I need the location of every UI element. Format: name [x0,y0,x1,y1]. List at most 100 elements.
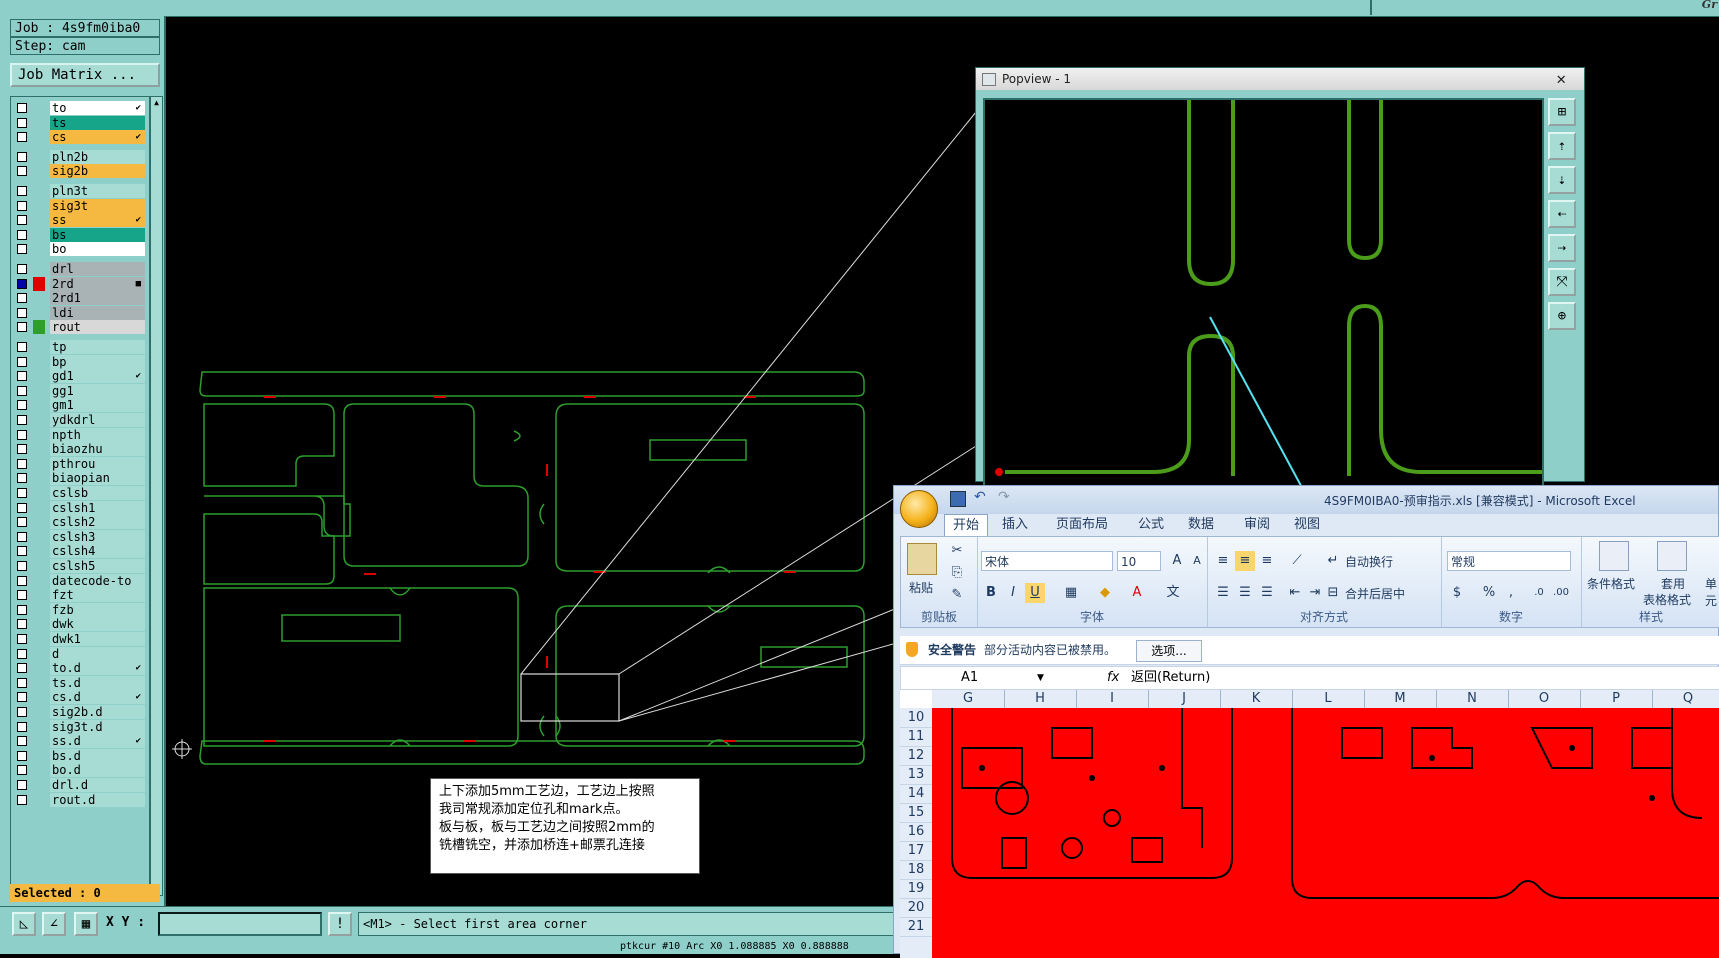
layer-name[interactable]: bo [50,242,145,257]
layer-name[interactable]: bo.d [50,763,145,778]
layer-checkbox[interactable] [17,634,27,644]
layer-name[interactable]: fzb [50,602,145,617]
layer-row[interactable]: rout.d [14,792,148,807]
layer-checkbox[interactable] [17,132,27,143]
layer-row[interactable]: pthrou [14,456,148,471]
row-header[interactable]: 12 [900,746,932,766]
layer-row[interactable]: drl.d [14,778,148,792]
layer-name[interactable]: tp [50,340,145,354]
row-header[interactable]: 16 [900,822,932,842]
layer-row[interactable]: gg1 [14,383,148,398]
layer-row[interactable]: sig2b.d [14,705,148,719]
layer-row[interactable]: npth [14,427,148,442]
layer-name[interactable]: d [50,646,145,661]
layer-checkbox[interactable] [17,561,27,571]
layer-checkbox[interactable] [17,322,27,333]
layer-row[interactable]: 2rd ■ [14,276,148,291]
popview-pan-right-icon[interactable]: ⇢ [1548,234,1576,262]
layer-checkbox[interactable] [17,385,27,396]
layer-checkbox[interactable] [17,619,27,630]
layer-row[interactable]: pln2b [14,149,148,164]
layer-name[interactable]: pln2b [50,149,145,164]
layer-row[interactable]: sig3t.d [14,719,148,734]
layer-checkbox[interactable] [17,293,27,304]
layer-checkbox[interactable] [17,278,27,289]
row-header[interactable]: 14 [900,784,932,804]
layer-checkbox[interactable] [17,307,27,318]
wrap-text-icon[interactable]: ↵ [1323,551,1343,571]
layer-checkbox[interactable] [17,517,27,528]
tab-page-layout[interactable]: 页面布局 [1048,514,1116,536]
layer-name[interactable]: ldi [50,305,145,320]
paste-icon[interactable] [907,543,937,575]
layer-row[interactable]: cs.d ✔ [14,690,148,705]
conditional-format-label[interactable]: 条件格式 [1587,575,1635,592]
layer-name[interactable]: sig2b [50,164,145,179]
chevron-down-icon[interactable]: ▼ [1037,667,1044,689]
layer-row[interactable]: bs [14,227,148,242]
layer-row[interactable]: ldi [14,305,148,320]
layer-row[interactable]: pln3t [14,184,148,198]
cell-style-label[interactable]: 单元 [1705,575,1719,609]
row-header[interactable]: 10 [900,708,932,728]
popview-canvas[interactable] [983,98,1544,534]
layer-checkbox[interactable] [17,264,27,274]
orientation-icon[interactable]: ⟋ [1287,551,1307,571]
layer-checkbox[interactable] [17,707,27,717]
tab-data[interactable]: 数据 [1180,514,1222,536]
layer-checkbox[interactable] [17,765,27,776]
layer-checkbox[interactable] [17,117,27,128]
layer-row[interactable]: bo.d [14,763,148,778]
layer-name[interactable]: npth [50,427,145,442]
row-header[interactable]: 21 [900,917,932,937]
popview-fit-icon[interactable]: ⤧ [1548,268,1576,296]
number-format-combo[interactable]: 常规 [1447,551,1571,571]
layer-row[interactable]: fzt [14,588,148,603]
spreadsheet-grid[interactable]: GHIJKLMNOPQ 10 11 12 13 14 15 16 17 18 19 20 21 [900,690,1719,958]
format-painter-icon[interactable]: ✎ [947,585,967,605]
layer-name[interactable]: biaopian [50,471,145,486]
layer-row[interactable]: d [14,646,148,661]
layer-row[interactable]: datecode-to [14,573,148,588]
info-button[interactable]: ! [328,912,352,936]
layer-color-swatch[interactable] [33,276,45,291]
layer-name[interactable]: cslsh4 [50,544,145,559]
layer-checkbox[interactable] [17,229,27,240]
close-icon[interactable]: ✕ [1556,68,1566,90]
column-header[interactable]: H [1004,690,1077,708]
layer-checkbox[interactable] [17,502,27,513]
layer-row[interactable]: ts [14,115,148,130]
layer-checkbox[interactable] [17,488,27,498]
snap-tool-button[interactable]: ◺ [12,912,36,936]
layer-checkbox[interactable] [17,648,27,659]
layer-checkbox[interactable] [17,692,27,703]
popview-home-icon[interactable]: ⊕ [1548,302,1576,330]
tab-view[interactable]: 视图 [1286,514,1328,536]
layer-name[interactable]: sig2b.d [50,705,145,719]
layer-checkbox[interactable] [17,444,27,455]
font-size-combo[interactable]: 10 [1117,551,1161,571]
layer-checkbox[interactable] [17,371,27,382]
save-icon[interactable] [950,491,966,507]
layer-name[interactable]: cs.d ✔ [50,690,145,705]
layer-name[interactable]: cslsh3 [50,529,145,544]
undo-icon[interactable]: ↶ [974,489,986,505]
layer-checkbox[interactable] [17,186,27,196]
fx-icon[interactable]: fx [1107,667,1119,689]
row-header[interactable]: 15 [900,803,932,823]
layer-name[interactable]: biaozhu [50,442,145,457]
options-button[interactable]: 选项... [1136,640,1202,662]
layer-name[interactable]: 2rd ■ [50,276,145,291]
row-header[interactable]: 18 [900,860,932,880]
align-left-icon[interactable]: ☰ [1213,583,1233,603]
layer-row[interactable]: bs.d [14,748,148,763]
layer-checkbox[interactable] [17,575,27,586]
layer-checkbox[interactable] [17,794,27,805]
job-matrix-button[interactable]: Job Matrix ... [10,63,160,87]
layer-checkbox[interactable] [17,677,27,688]
tab-formulas[interactable]: 公式 [1130,514,1172,536]
copy-icon[interactable]: ⎘ [947,563,967,583]
layer-checkbox[interactable] [17,458,27,469]
layer-name[interactable]: bs [50,227,145,242]
row-header[interactable]: 11 [900,727,932,747]
